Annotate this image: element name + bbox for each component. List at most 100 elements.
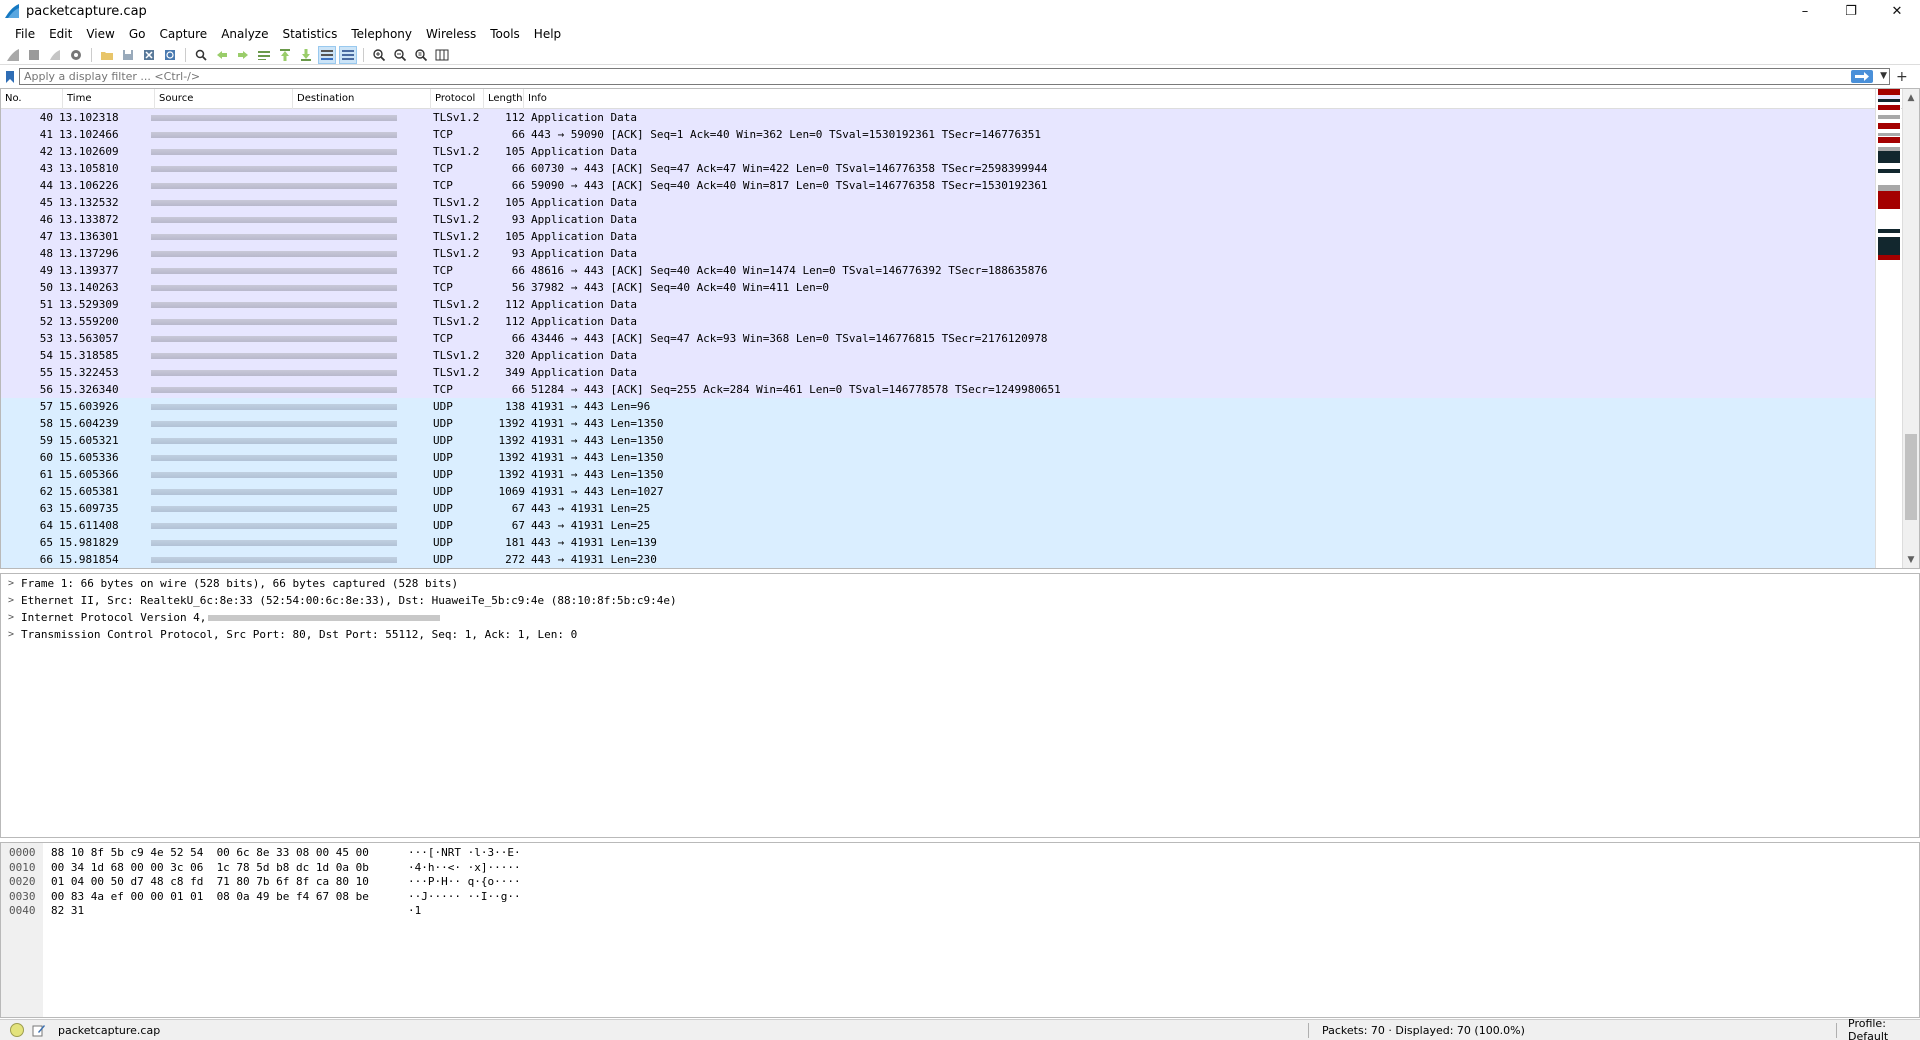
packet-row[interactable]: 64 15.611408 UDP 67 443 → 41931 Len=25 <box>1 517 1877 534</box>
display-filter-field[interactable]: ▼ <box>19 68 1890 85</box>
packet-row[interactable]: 61 15.605366 UDP 1392 41931 → 443 Len=1350 <box>1 466 1877 483</box>
bytes-ascii[interactable]: ·4·h··<· ·x]····· <box>408 861 521 875</box>
normal-size-button[interactable] <box>412 46 430 64</box>
packet-row[interactable]: 42 13.102609 TLSv1.2 105 Application Data <box>1 143 1877 160</box>
packet-minimap[interactable] <box>1875 89 1901 568</box>
column-header-protocol[interactable]: Protocol <box>431 89 484 109</box>
go-back-button[interactable] <box>213 46 231 64</box>
menu-tools[interactable]: Tools <box>483 27 527 41</box>
add-filter-button[interactable]: + <box>1896 69 1908 85</box>
edit-comment-icon[interactable] <box>32 1023 46 1037</box>
detail-tree-item[interactable]: > Internet Protocol Version 4, <box>1 609 1919 626</box>
bytes-ascii[interactable]: ···P·H·· q·{o···· <box>408 875 521 889</box>
apply-filter-button[interactable] <box>1851 70 1873 83</box>
detail-tree-item[interactable]: > Ethernet II, Src: RealtekU_6c:8e:33 (52… <box>1 592 1919 609</box>
packet-row[interactable]: 63 15.609735 UDP 67 443 → 41931 Len=25 <box>1 500 1877 517</box>
packet-row[interactable]: 40 13.102318 TLSv1.2 112 Application Data <box>1 109 1877 126</box>
detail-tree-item[interactable]: > Transmission Control Protocol, Src Port… <box>1 626 1919 643</box>
packet-row[interactable]: 54 15.318585 TLSv1.2 320 Application Data <box>1 347 1877 364</box>
status-profile[interactable]: Profile: Default <box>1848 1017 1920 1040</box>
filter-history-dropdown[interactable]: ▼ <box>1880 69 1887 84</box>
menu-view[interactable]: View <box>79 27 121 41</box>
packet-row[interactable]: 52 13.559200 TLSv1.2 112 Application Data <box>1 313 1877 330</box>
column-header-length[interactable]: Length <box>484 89 524 109</box>
bytes-ascii[interactable]: ·1 <box>408 904 421 918</box>
menu-go[interactable]: Go <box>122 27 153 41</box>
chevron-right-icon[interactable]: > <box>1 578 21 589</box>
packet-row[interactable]: 47 13.136301 TLSv1.2 105 Application Data <box>1 228 1877 245</box>
resize-columns-button[interactable] <box>433 46 451 64</box>
bytes-ascii[interactable]: ···[·NRT ·l·3··E· <box>408 846 521 860</box>
capture-options-button[interactable] <box>67 46 85 64</box>
packet-row[interactable]: 65 15.981829 UDP 181 443 → 41931 Len=139 <box>1 534 1877 551</box>
column-header-source[interactable]: Source <box>155 89 293 109</box>
bytes-ascii[interactable]: ··J····· ··I··g·· <box>408 890 521 904</box>
menu-capture[interactable]: Capture <box>152 27 214 41</box>
packet-row[interactable]: 53 13.563057 TCP 66 43446 → 443 [ACK] Seq=47… <box>1 330 1877 347</box>
detail-tree-item[interactable]: > Frame 1: 66 bytes on wire (528 bits), 6… <box>1 575 1919 592</box>
scroll-down-arrow[interactable]: ▼ <box>1903 551 1919 568</box>
menu-statistics[interactable]: Statistics <box>275 27 344 41</box>
packet-row[interactable]: 46 13.133872 TLSv1.2 93 Application Data <box>1 211 1877 228</box>
last-packet-button[interactable] <box>297 46 315 64</box>
menu-edit[interactable]: Edit <box>42 27 79 41</box>
scroll-up-arrow[interactable]: ▲ <box>1903 89 1919 106</box>
menu-help[interactable]: Help <box>527 27 568 41</box>
bytes-hex[interactable]: 00 34 1d 68 00 00 3c 06 1c 78 5d b8 dc 1… <box>51 861 369 875</box>
autoscroll-button[interactable] <box>318 45 336 64</box>
bytes-hex[interactable]: 88 10 8f 5b c9 4e 52 54 00 6c 8e 33 08 0… <box>51 846 369 860</box>
stop-capture-button[interactable] <box>25 46 43 64</box>
column-header-info[interactable]: Info <box>524 89 1919 109</box>
filter-bookmark-button[interactable] <box>3 68 17 85</box>
find-packet-button[interactable] <box>192 46 210 64</box>
packet-row[interactable]: 50 13.140263 TCP 56 37982 → 443 [ACK] Seq=40… <box>1 279 1877 296</box>
menu-wireless[interactable]: Wireless <box>419 27 483 41</box>
packet-row[interactable]: 62 15.605381 UDP 1069 41931 → 443 Len=1027 <box>1 483 1877 500</box>
scrollbar-thumb[interactable] <box>1905 434 1917 520</box>
menu-file[interactable]: File <box>8 27 42 41</box>
menu-analyze[interactable]: Analyze <box>214 27 275 41</box>
expert-info-indicator[interactable] <box>10 1023 24 1037</box>
restart-capture-button[interactable] <box>46 46 64 64</box>
packet-row[interactable]: 59 15.605321 UDP 1392 41931 → 443 Len=1350 <box>1 432 1877 449</box>
packet-row[interactable]: 55 15.322453 TLSv1.2 349 Application Data <box>1 364 1877 381</box>
minimize-button[interactable]: – <box>1782 0 1828 22</box>
packet-row[interactable]: 66 15.981854 UDP 272 443 → 41931 Len=230 <box>1 551 1877 568</box>
packet-row[interactable]: 57 15.603926 UDP 138 41931 → 443 Len=96 <box>1 398 1877 415</box>
packet-list-scrollbar[interactable]: ▲ ▼ <box>1902 89 1919 568</box>
zoom-in-button[interactable] <box>370 46 388 64</box>
close-button[interactable]: ✕ <box>1874 0 1920 22</box>
packet-row[interactable]: 43 13.105810 TCP 66 60730 → 443 [ACK] Seq=47… <box>1 160 1877 177</box>
packet-row[interactable]: 58 15.604239 UDP 1392 41931 → 443 Len=1350 <box>1 415 1877 432</box>
packet-row[interactable]: 48 13.137296 TLSv1.2 93 Application Data <box>1 245 1877 262</box>
bytes-hex[interactable]: 82 31 <box>51 904 84 918</box>
save-file-button[interactable] <box>119 46 137 64</box>
packet-row[interactable]: 60 15.605336 UDP 1392 41931 → 443 Len=1350 <box>1 449 1877 466</box>
colorize-button[interactable] <box>339 45 357 64</box>
column-header-time[interactable]: Time <box>63 89 155 109</box>
packet-row[interactable]: 49 13.139377 TCP 66 48616 → 443 [ACK] Seq=40… <box>1 262 1877 279</box>
open-file-button[interactable] <box>98 46 116 64</box>
packet-row[interactable]: 44 13.106226 TCP 66 59090 → 443 [ACK] Seq=40… <box>1 177 1877 194</box>
chevron-right-icon[interactable]: > <box>1 612 21 623</box>
chevron-right-icon[interactable]: > <box>1 595 21 606</box>
chevron-right-icon[interactable]: > <box>1 629 21 640</box>
start-capture-button[interactable] <box>4 46 22 64</box>
column-header-no[interactable]: No. <box>1 89 63 109</box>
first-packet-button[interactable] <box>276 46 294 64</box>
reload-file-button[interactable] <box>161 46 179 64</box>
packet-row[interactable]: 51 13.529309 TLSv1.2 112 Application Data <box>1 296 1877 313</box>
packet-row[interactable]: 41 13.102466 TCP 66 443 → 59090 [ACK] Seq=1 … <box>1 126 1877 143</box>
zoom-out-button[interactable] <box>391 46 409 64</box>
menu-telephony[interactable]: Telephony <box>344 27 419 41</box>
packet-row[interactable]: 45 13.132532 TLSv1.2 105 Application Data <box>1 194 1877 211</box>
bytes-hex[interactable]: 00 83 4a ef 00 00 01 01 08 0a 49 be f4 6… <box>51 890 369 904</box>
packet-row[interactable]: 56 15.326340 TCP 66 51284 → 443 [ACK] Seq=25… <box>1 381 1877 398</box>
go-forward-button[interactable] <box>234 46 252 64</box>
close-file-button[interactable] <box>140 46 158 64</box>
display-filter-input[interactable] <box>20 69 1820 84</box>
column-header-destination[interactable]: Destination <box>293 89 431 109</box>
bytes-hex[interactable]: 01 04 00 50 d7 48 c8 fd 71 80 7b 6f 8f c… <box>51 875 369 889</box>
go-to-packet-button[interactable] <box>255 46 273 64</box>
maximize-button[interactable]: ❐ <box>1828 0 1874 22</box>
